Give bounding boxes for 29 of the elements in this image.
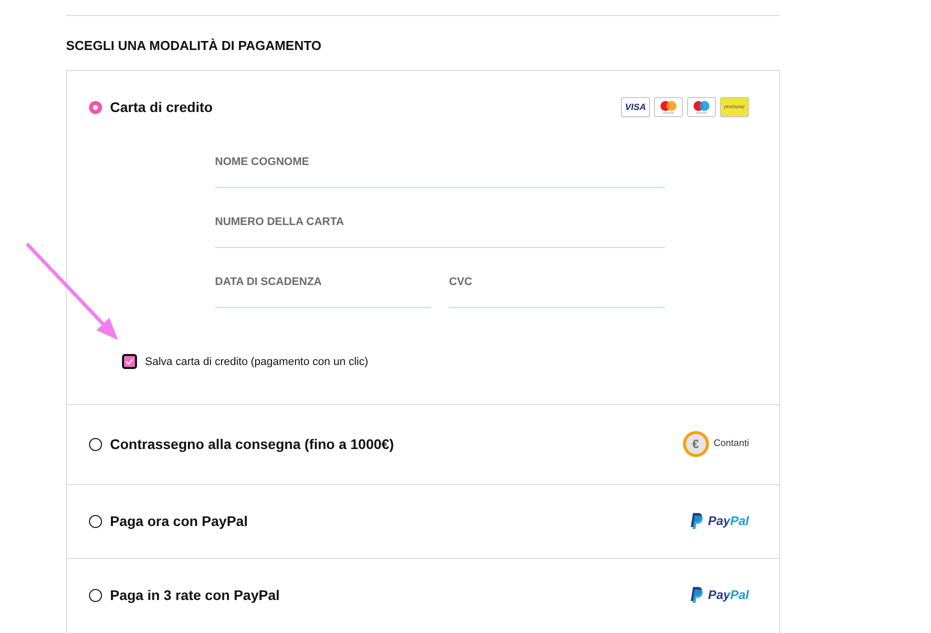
radio-button[interactable] — [89, 514, 102, 528]
field-label: NOME COGNOME — [215, 156, 310, 168]
radio-button[interactable] — [89, 100, 102, 114]
euro-coin-icon: € — [682, 431, 709, 457]
checkbox[interactable] — [122, 354, 137, 369]
field-label: NUMERO DELLA CARTA — [215, 216, 345, 228]
payment-option-label[interactable]: Contrassegno alla consegna (fino a 1000€) — [110, 435, 394, 453]
field-label: CVC — [449, 276, 474, 288]
checkbox-label[interactable]: Salva carta di credito (pagamento con un clic) — [145, 354, 368, 368]
input-field[interactable]: CVC — [449, 248, 665, 308]
radio-button[interactable] — [89, 588, 102, 602]
overlapping-circles-card-icon — [654, 97, 683, 117]
input-field[interactable]: NUMERO DELLA CARTA — [215, 188, 665, 248]
p-letter-logo-icon — [690, 587, 703, 603]
check-icon — [125, 358, 134, 365]
section-heading: SCEGLI UNA MODALITÀ DI PAGAMENTO — [66, 37, 322, 55]
payment-option-label[interactable]: Paga in 3 rate con PayPal — [110, 586, 280, 604]
radio-button[interactable] — [89, 438, 102, 450]
paypal-wordmark: PayPal — [708, 514, 749, 528]
paypal-wordmark: PayPal — [708, 588, 749, 602]
payment-option-label[interactable]: Carta di credito — [110, 98, 213, 116]
input-field[interactable]: NOME COGNOME — [215, 128, 665, 188]
overlapping-circles-card-icon — [687, 97, 716, 117]
payment-type-text: Contanti — [714, 438, 749, 450]
input-field[interactable]: DATA DI SCADENZA — [215, 248, 431, 308]
field-label: DATA DI SCADENZA — [215, 276, 323, 288]
card-logo: VISA — [621, 97, 650, 117]
p-letter-logo-icon — [690, 513, 703, 529]
payment-option-label[interactable]: Paga ora con PayPal — [110, 512, 248, 530]
